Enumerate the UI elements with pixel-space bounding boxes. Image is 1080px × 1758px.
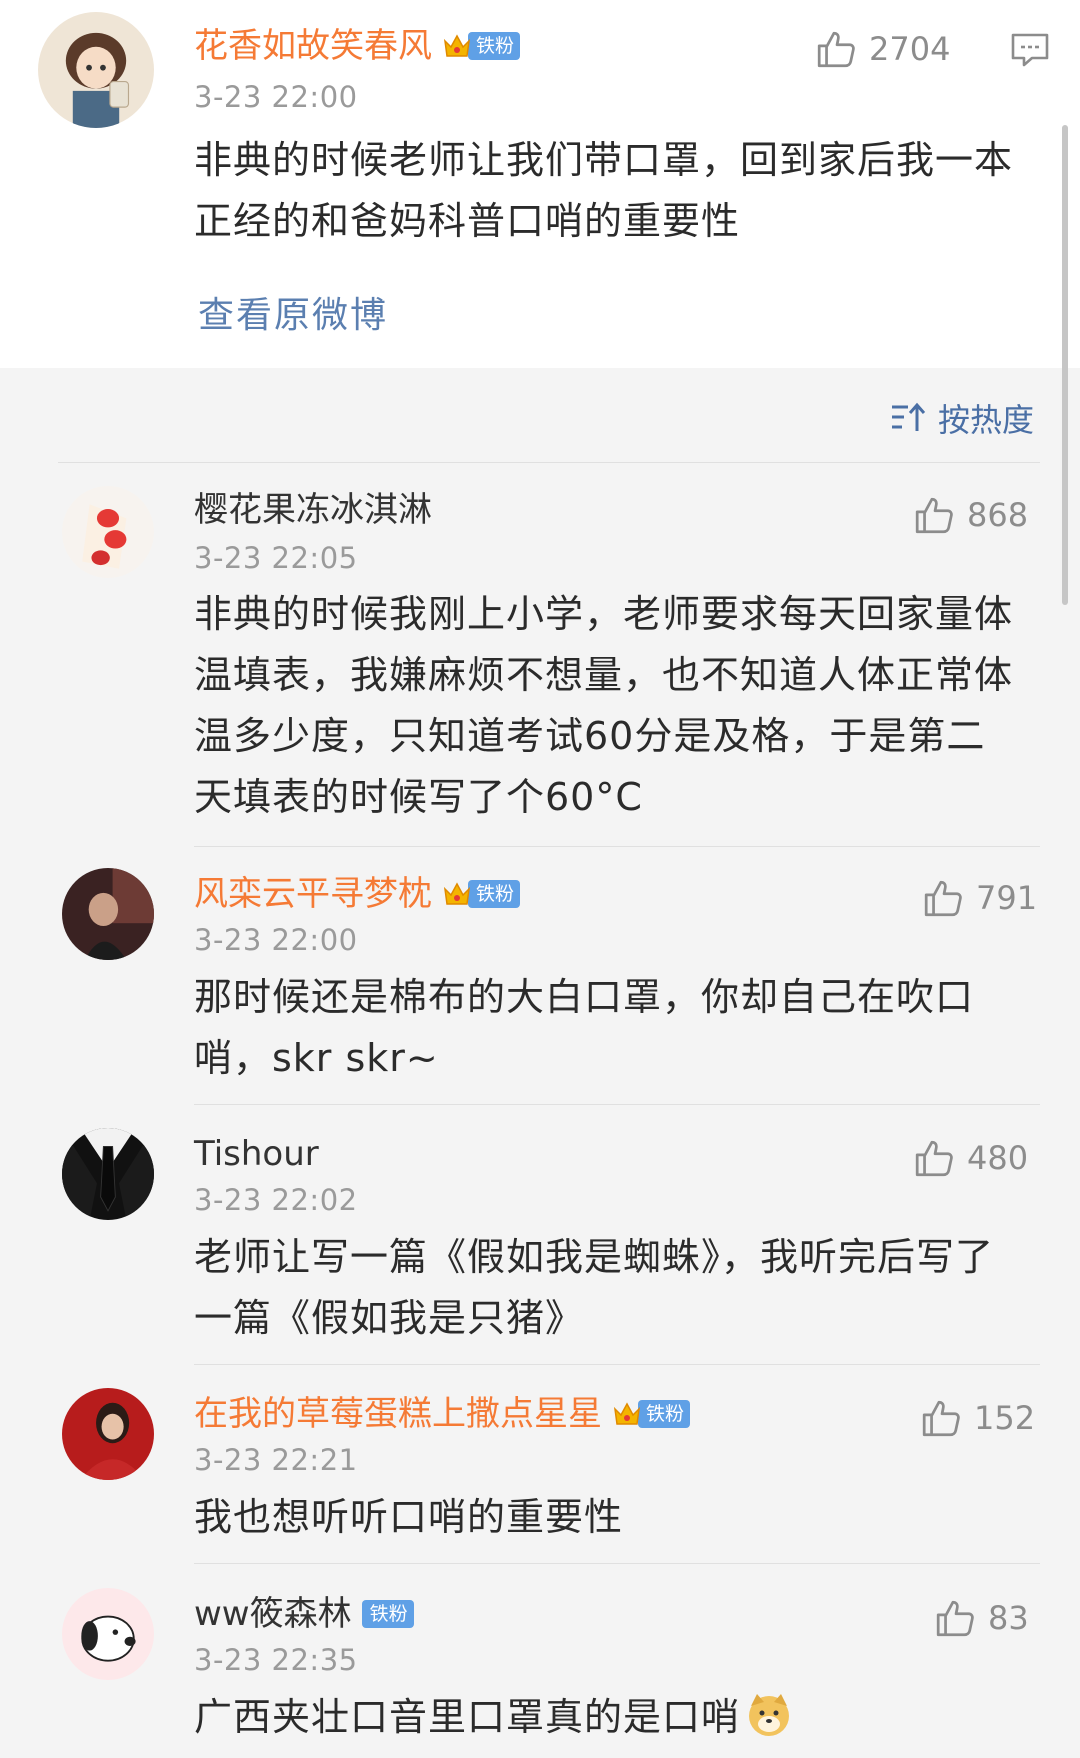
like-button[interactable]: 791 <box>922 877 1037 919</box>
original-comment-card: 花香如故笑春风 铁粉 3-23 22:00 2704 非典的时候老师让我们带口罩… <box>0 0 1080 368</box>
comment-text: 非典的时候老师让我们带口罩，回到家后我一本正经的和爸妈科普口哨的重要性 <box>194 138 1014 243</box>
avatar[interactable] <box>38 12 154 128</box>
divider <box>194 1104 1040 1105</box>
thumbs-up-icon <box>817 31 855 68</box>
crown-icon <box>443 34 471 57</box>
fan-badge[interactable]: 铁粉 <box>442 31 521 61</box>
username[interactable]: 风栾云平寻梦枕 铁粉 <box>194 874 521 914</box>
thumbs-up-icon <box>924 880 962 917</box>
sort-label: 按热度 <box>938 401 1035 439</box>
divider <box>58 462 1040 463</box>
view-original-link[interactable]: 查看原微博 <box>198 286 388 338</box>
doge-emoji-icon <box>749 1694 790 1736</box>
avatar-photo-icon <box>62 868 154 960</box>
like-button[interactable]: 480 <box>913 1137 1028 1179</box>
username[interactable]: 花香如故笑春风 铁粉 <box>194 26 521 66</box>
avatar-suit-tie-icon <box>62 1128 154 1220</box>
like-button[interactable]: 83 <box>934 1597 1029 1639</box>
avatar-snoopy-icon <box>62 1588 154 1680</box>
comment-text: 非典的时候我刚上小学，老师要求每天回家量体温填表，我嫌麻烦不想量，也不知道人体正… <box>194 592 1014 819</box>
like-count: 83 <box>988 1599 1029 1637</box>
like-count: 480 <box>967 1139 1029 1177</box>
thumbs-up-icon <box>922 1400 960 1437</box>
divider <box>194 1563 1040 1564</box>
sort-by-hot-button[interactable]: 按热度 <box>890 395 1034 441</box>
like-count: 2704 <box>869 30 951 68</box>
comment-time: 3-23 22:00 <box>194 923 358 957</box>
avatar-strawberry-cake-icon <box>62 486 154 578</box>
avatar-illustrated-girl-icon <box>38 12 154 128</box>
comment-time: 3-23 22:02 <box>194 1183 358 1217</box>
like-button[interactable]: 152 <box>920 1397 1035 1439</box>
comment-text: 广西夹壮口音里口罩真的是口哨 <box>194 1687 1024 1748</box>
comment-time: 3-23 22:05 <box>194 541 358 575</box>
like-count: 791 <box>976 879 1038 917</box>
username[interactable]: 樱花果冻冰淇淋 <box>194 490 432 530</box>
comment-time: 3-23 22:00 <box>194 80 358 114</box>
comment-time: 3-23 22:35 <box>194 1643 358 1677</box>
crown-icon <box>613 1402 641 1425</box>
avatar[interactable] <box>62 868 154 960</box>
thumbs-up-icon <box>915 1140 953 1177</box>
avatar[interactable] <box>62 1588 154 1680</box>
fan-badge[interactable]: 铁粉 <box>442 879 521 909</box>
divider <box>194 1364 1040 1365</box>
username[interactable]: ww筱森林 铁粉 <box>194 1594 414 1634</box>
comment-text: 那时候还是棉布的大白口罩，你却自己在吹口哨，skr skr~ <box>194 975 975 1080</box>
thumbs-up-icon <box>915 497 953 534</box>
crown-icon <box>443 882 471 905</box>
like-count: 868 <box>967 496 1029 534</box>
like-button[interactable]: 868 <box>913 494 1028 536</box>
comment-text: 老师让写一篇《假如我是蜘蛛》，我听完后写了一篇《假如我是只猪》 <box>194 1235 995 1340</box>
like-count: 152 <box>974 1399 1036 1437</box>
comment-text: 我也想听听口哨的重要性 <box>194 1495 624 1539</box>
avatar[interactable] <box>62 486 154 578</box>
username-text[interactable]: 花香如故笑春风 <box>194 26 432 66</box>
scrollbar[interactable] <box>1062 125 1068 605</box>
thumbs-up-icon <box>936 1600 974 1637</box>
sort-icon <box>892 402 926 431</box>
avatar[interactable] <box>62 1128 154 1220</box>
avatar[interactable] <box>62 1388 154 1480</box>
fan-badge[interactable]: 铁粉 <box>612 1399 691 1429</box>
comment-icon[interactable] <box>1010 32 1050 68</box>
username[interactable]: 在我的草莓蛋糕上撒点星星 铁粉 <box>194 1394 691 1434</box>
username[interactable]: Tishour <box>194 1134 319 1174</box>
avatar-photo-icon <box>62 1388 154 1480</box>
fan-badge[interactable]: 铁粉 <box>361 1599 414 1629</box>
divider <box>194 846 1040 847</box>
like-button[interactable]: 2704 <box>815 28 950 70</box>
comment-time: 3-23 22:21 <box>194 1443 358 1477</box>
